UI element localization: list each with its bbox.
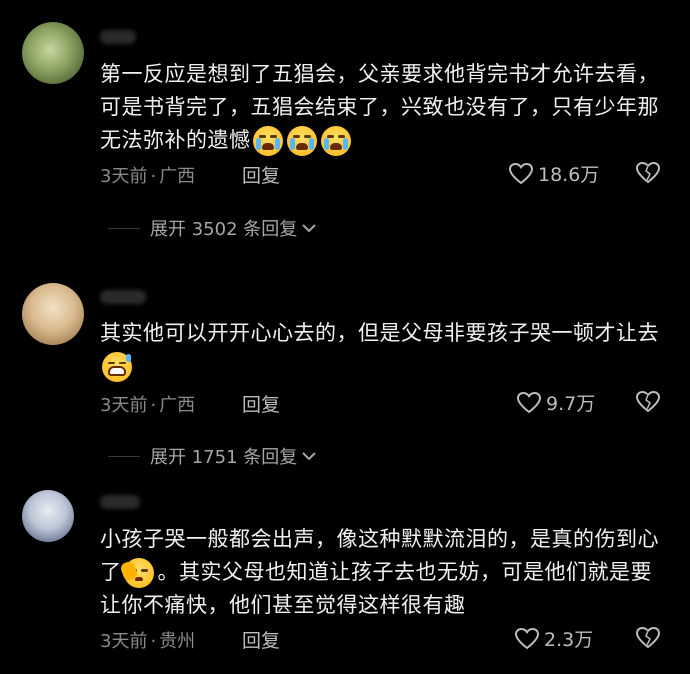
like-button[interactable]: 9.7万 [516,389,595,416]
reply-button[interactable]: 回复 [242,626,280,653]
time-location: 3天前 · 广西 [100,391,195,417]
comment-meta: 3天前 · 广西 回复 9.7万 [100,389,670,417]
comment-text: 小孩子哭一般都会出声，像这种默默流泪的，是真的伤到心了 。其实父母也知道让孩子去… [100,523,665,622]
username-blurred[interactable] [100,495,140,509]
like-count: 2.3万 [544,629,594,651]
expand-label: 展开 3502 条回复 [150,219,298,240]
location: 广西 [159,166,196,187]
emoji-group [118,558,154,588]
time: 3天前 [100,166,148,187]
avatar[interactable] [22,283,84,345]
crying-emoji [320,126,351,156]
divider [108,455,140,457]
comment-text: 其实他可以开开心心去的，但是父母非要孩子哭一顿才让去 [100,317,665,383]
username-blurred[interactable] [100,290,146,304]
crying-emoji [252,126,283,156]
comment-text-body-b: 。其实父母也知道让孩子去也无妨，可是他们就是要让你不痛快，他们甚至觉得这样很有趣 [100,560,652,617]
avatar[interactable] [22,490,74,542]
separator: · [150,631,157,652]
location: 广西 [159,395,196,416]
time-location: 3天前 · 广西 [100,162,195,188]
emoji-group [252,126,351,156]
crying-emoji [286,126,317,156]
like-button[interactable]: 2.3万 [514,625,593,652]
broken-heart-icon[interactable] [634,625,662,651]
sweat-grin-emoji [102,352,132,382]
time-location: 3天前 · 贵州 [100,627,195,653]
expand-replies[interactable]: 展开 1751 条回复 [108,444,317,468]
comment-text-body: 第一反应是想到了五猖会，父亲要求他背完书才允许去看，可是书背完了，五猖会结束了，… [100,62,659,152]
dislike-button[interactable] [634,389,662,420]
facepalm-emoji [118,558,154,588]
reply-button[interactable]: 回复 [242,390,280,417]
comment-meta: 3天前 · 广西 回复 18.6万 [100,160,670,188]
heart-icon[interactable] [514,627,540,651]
broken-heart-icon[interactable] [634,389,662,415]
chevron-down-icon [302,224,316,233]
heart-icon[interactable] [516,391,542,415]
broken-heart-icon[interactable] [634,160,662,186]
separator: · [150,166,157,187]
like-count: 18.6万 [538,164,600,186]
separator: · [150,395,157,416]
dislike-button[interactable] [634,625,662,656]
chevron-down-icon [302,452,316,461]
time: 3天前 [100,395,148,416]
like-button[interactable]: 18.6万 [508,160,599,187]
comment-text-body: 其实他可以开开心心去的，但是父母非要孩子哭一顿才让去 [100,321,659,345]
username-blurred[interactable] [100,30,136,44]
time: 3天前 [100,631,148,652]
like-count: 9.7万 [546,393,596,415]
divider [108,227,140,229]
heart-icon[interactable] [508,162,534,186]
expand-label: 展开 1751 条回复 [150,447,298,468]
emoji-group [102,352,132,382]
expand-replies[interactable]: 展开 3502 条回复 [108,216,317,240]
avatar[interactable] [22,22,84,84]
comment-meta: 3天前 · 贵州 回复 2.3万 [100,625,670,653]
reply-button[interactable]: 回复 [242,161,280,188]
location: 贵州 [159,631,196,652]
dislike-button[interactable] [634,160,662,191]
comment-text: 第一反应是想到了五猖会，父亲要求他背完书才允许去看，可是书背完了，五猖会结束了，… [100,58,665,157]
